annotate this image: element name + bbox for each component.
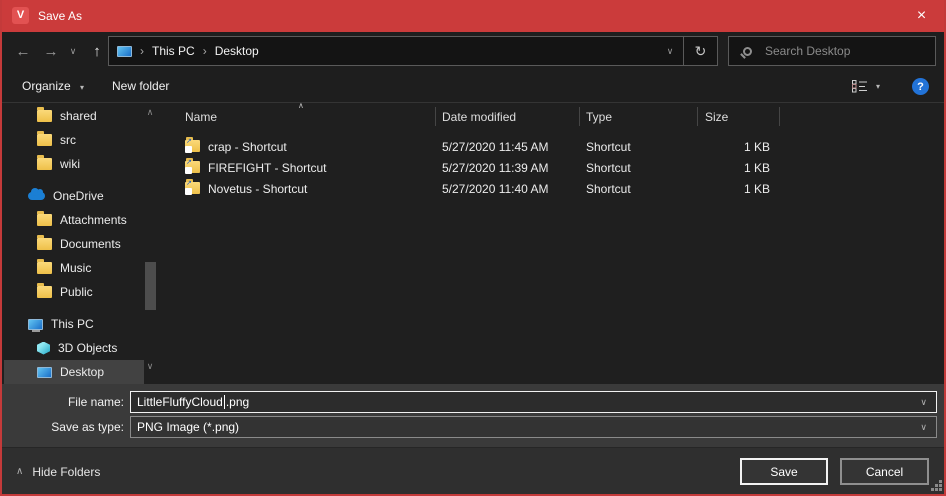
save-button[interactable]: Save [740, 458, 828, 485]
cancel-button[interactable]: Cancel [840, 458, 929, 485]
back-icon[interactable]: ← [10, 32, 36, 70]
file-name-extension: .png [226, 395, 249, 409]
save-as-type-select[interactable]: PNG Image (*.png) ∨ [130, 416, 937, 438]
search-icon [743, 47, 752, 56]
save-as-dialog: V Save As × ← → ∨ ↑ › This PC › Desktop … [0, 0, 946, 496]
address-bar[interactable]: › This PC › Desktop ∨ ↻ [108, 36, 718, 66]
column-header-size[interactable]: Size [705, 110, 728, 124]
breadcrumb-separator: › [203, 44, 207, 58]
sidebar-item-shared[interactable]: shared [4, 104, 144, 128]
folder-icon [37, 262, 52, 274]
app-logo-icon: V [12, 7, 29, 24]
search-placeholder: Search Desktop [765, 44, 850, 58]
file-list: ∧ Name Date modified Type Size crap - Sh… [172, 103, 944, 384]
folder-shortcut-icon [185, 161, 200, 173]
organize-label: Organize [22, 79, 71, 93]
refresh-icon[interactable]: ↻ [683, 37, 717, 65]
file-name-dropdown-icon[interactable]: ∨ [920, 397, 927, 408]
hide-folders-button[interactable]: ∧ Hide Folders [16, 448, 100, 495]
file-row[interactable]: Novetus - Shortcut 5/27/2020 11:40 AM Sh… [172, 179, 812, 200]
3d-cube-icon [37, 342, 50, 355]
organize-button[interactable]: Organize ▾ [22, 70, 84, 104]
save-as-type-label: Save as type: [2, 416, 124, 438]
sidebar-item-music[interactable]: Music [4, 256, 144, 280]
file-list-header: ∧ Name Date modified Type Size [172, 103, 944, 130]
column-header-name[interactable]: Name [185, 110, 217, 124]
view-dropdown-icon[interactable]: ▾ [876, 70, 880, 103]
file-row[interactable]: FIREFIGHT - Shortcut 5/27/2020 11:39 AM … [172, 158, 812, 179]
folder-icon [37, 134, 52, 146]
details-view-icon[interactable] [852, 80, 868, 96]
folder-icon [37, 286, 52, 298]
resize-grip[interactable] [930, 480, 942, 492]
sidebar-item-desktop[interactable]: Desktop [4, 360, 144, 384]
recent-locations-chevron-icon[interactable]: ∨ [64, 32, 82, 70]
column-header-type[interactable]: Type [586, 110, 612, 124]
folder-shortcut-icon [185, 140, 200, 152]
sidebar-scroll-down-icon[interactable]: ∨ [142, 361, 158, 372]
sort-ascending-icon: ∧ [298, 101, 304, 110]
window-title: Save As [38, 0, 82, 32]
folder-icon [37, 158, 52, 170]
fields-panel: File name: LittleFluffyCloud.png ∨ Save … [2, 384, 944, 447]
computer-icon [28, 319, 43, 330]
column-divider[interactable] [697, 107, 698, 126]
sidebar-scrollbar-thumb[interactable] [145, 262, 156, 310]
breadcrumb-separator: › [140, 44, 144, 58]
save-as-type-value: PNG Image (*.png) [137, 420, 239, 434]
file-name-label: File name: [2, 391, 124, 413]
save-as-type-dropdown-icon[interactable]: ∨ [920, 422, 927, 433]
organize-dropdown-icon: ▾ [80, 83, 84, 92]
sidebar-item-public[interactable]: Public [4, 280, 144, 304]
navigation-bar: ← → ∨ ↑ › This PC › Desktop ∨ ↻ Search D… [2, 32, 944, 70]
new-folder-button[interactable]: New folder [112, 70, 169, 102]
breadcrumb-this-pc[interactable]: This PC [152, 44, 195, 58]
onedrive-cloud-icon [28, 192, 45, 200]
up-icon[interactable]: ↑ [84, 32, 110, 70]
folder-icon [37, 214, 52, 226]
title-bar: V Save As × [2, 0, 944, 32]
sidebar-item-this-pc[interactable]: This PC [4, 312, 144, 336]
folder-icon [37, 110, 52, 122]
footer-bar: ∧ Hide Folders Save Cancel [2, 447, 944, 494]
file-row[interactable]: crap - Shortcut 5/27/2020 11:45 AM Short… [172, 137, 812, 158]
sidebar-item-documents[interactable]: Documents [4, 232, 144, 256]
this-pc-icon [117, 46, 132, 57]
breadcrumb-desktop[interactable]: Desktop [215, 44, 259, 58]
navigation-sidebar: shared src wiki OneDrive Attachments Doc… [2, 103, 162, 384]
app-logo-glyph: V [17, 10, 24, 21]
sidebar-scroll-up-icon[interactable]: ∧ [142, 107, 158, 118]
sidebar-item-attachments[interactable]: Attachments [4, 208, 144, 232]
column-divider[interactable] [435, 107, 436, 126]
help-icon[interactable]: ? [912, 78, 929, 95]
hide-folders-label: Hide Folders [32, 465, 100, 479]
sidebar-item-onedrive[interactable]: OneDrive [4, 184, 144, 208]
sidebar-item-3d-objects[interactable]: 3D Objects [4, 336, 144, 360]
column-header-date-modified[interactable]: Date modified [442, 110, 516, 124]
command-toolbar: Organize ▾ New folder ▾ ? [2, 70, 944, 103]
sidebar-item-wiki[interactable]: wiki [4, 152, 144, 176]
file-name-input[interactable]: LittleFluffyCloud.png ∨ [130, 391, 937, 413]
file-name-value: LittleFluffyCloud [137, 395, 223, 409]
search-input[interactable]: Search Desktop [728, 36, 936, 66]
folder-icon [37, 238, 52, 250]
forward-icon[interactable]: → [38, 32, 64, 70]
content-area: shared src wiki OneDrive Attachments Doc… [2, 103, 944, 384]
column-divider[interactable] [579, 107, 580, 126]
hide-folders-chevron-icon: ∧ [16, 466, 23, 477]
text-cursor [224, 395, 225, 409]
folder-shortcut-icon [185, 182, 200, 194]
desktop-monitor-icon [37, 367, 52, 378]
close-icon[interactable]: × [899, 0, 944, 32]
address-dropdown-icon[interactable]: ∨ [657, 46, 683, 57]
sidebar-item-src[interactable]: src [4, 128, 144, 152]
column-divider[interactable] [779, 107, 780, 126]
